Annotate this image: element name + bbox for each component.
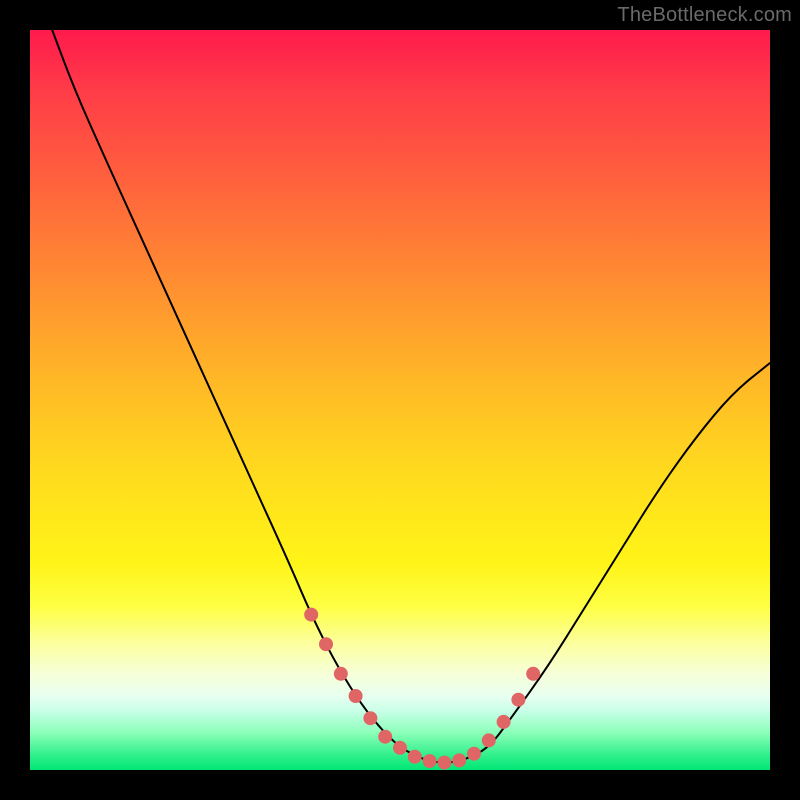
range-marker — [467, 747, 481, 761]
curve-svg — [30, 30, 770, 770]
range-marker — [526, 667, 540, 681]
range-marker — [511, 693, 525, 707]
range-marker — [363, 711, 377, 725]
highlighted-range-markers — [304, 608, 540, 770]
range-marker — [452, 753, 466, 767]
range-marker — [497, 715, 511, 729]
range-marker — [408, 750, 422, 764]
chart-frame: TheBottleneck.com — [0, 0, 800, 800]
range-marker — [349, 689, 363, 703]
range-marker — [393, 741, 407, 755]
range-marker — [423, 754, 437, 768]
range-marker — [319, 637, 333, 651]
range-marker — [482, 733, 496, 747]
attribution-label: TheBottleneck.com — [617, 4, 792, 27]
range-marker — [437, 756, 451, 770]
bottleneck-curve — [52, 30, 770, 763]
range-marker — [334, 667, 348, 681]
range-marker — [304, 608, 318, 622]
plot-area — [30, 30, 770, 770]
range-marker — [378, 730, 392, 744]
